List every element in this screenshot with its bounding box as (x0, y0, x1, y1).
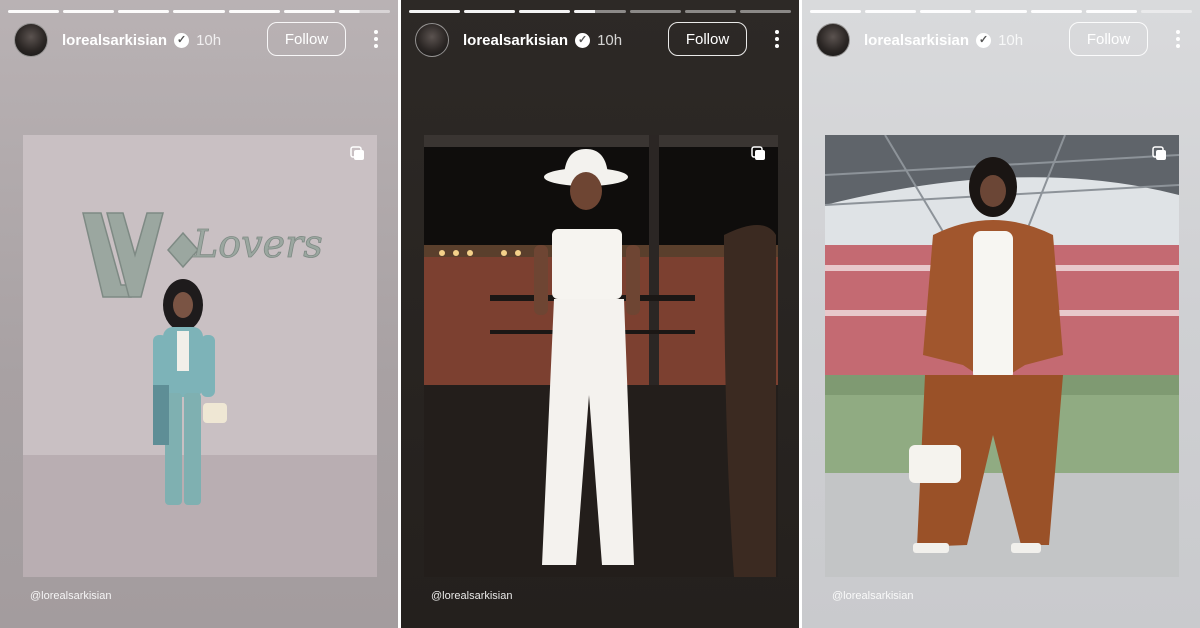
story-caption[interactable]: @lorealsarkisian (30, 590, 111, 602)
story-header: lorealsarkisian ✓ 10h Follow (415, 22, 785, 58)
story-progress-bar (810, 10, 1192, 13)
username[interactable]: lorealsarkisian (62, 32, 167, 49)
avatar[interactable] (816, 23, 850, 57)
follow-button[interactable]: Follow (1069, 22, 1148, 56)
verified-badge-icon: ✓ (174, 32, 190, 48)
story-strip: lorealsarkisian ✓ 10h Follow Lovers @lor… (0, 0, 1200, 628)
story-photo (424, 135, 778, 577)
username[interactable]: lorealsarkisian (463, 32, 568, 49)
more-options-icon[interactable] (368, 26, 384, 52)
follow-button[interactable]: Follow (668, 22, 747, 56)
avatar[interactable] (415, 23, 449, 57)
story-progress-bar (409, 10, 791, 13)
story-photo (825, 135, 1179, 577)
story-header: lorealsarkisian ✓ 10h Follow (14, 22, 384, 58)
post-time: 10h (998, 31, 1024, 49)
more-options-icon[interactable] (1170, 26, 1186, 52)
verified-badge-icon: ✓ (976, 32, 992, 48)
story-panel-2[interactable]: lorealsarkisian ✓ 10h Follow @lorealsark… (401, 0, 799, 628)
post-time: 10h (196, 31, 222, 49)
story-caption[interactable]: @lorealsarkisian (431, 590, 512, 602)
photo-sign-text: Lovers (192, 222, 323, 266)
story-photo: Lovers (23, 135, 377, 577)
avatar[interactable] (14, 23, 48, 57)
username[interactable]: lorealsarkisian (864, 32, 969, 49)
more-options-icon[interactable] (769, 26, 785, 52)
story-progress-bar (8, 10, 390, 13)
story-header: lorealsarkisian ✓ 10h Follow (816, 22, 1186, 58)
follow-button[interactable]: Follow (267, 22, 346, 56)
post-time: 10h (597, 31, 623, 49)
verified-badge-icon: ✓ (575, 32, 591, 48)
story-panel-3[interactable]: lorealsarkisian ✓ 10h Follow @lorealsark… (802, 0, 1200, 628)
story-panel-1[interactable]: lorealsarkisian ✓ 10h Follow Lovers @lor… (0, 0, 398, 628)
story-caption[interactable]: @lorealsarkisian (832, 590, 913, 602)
